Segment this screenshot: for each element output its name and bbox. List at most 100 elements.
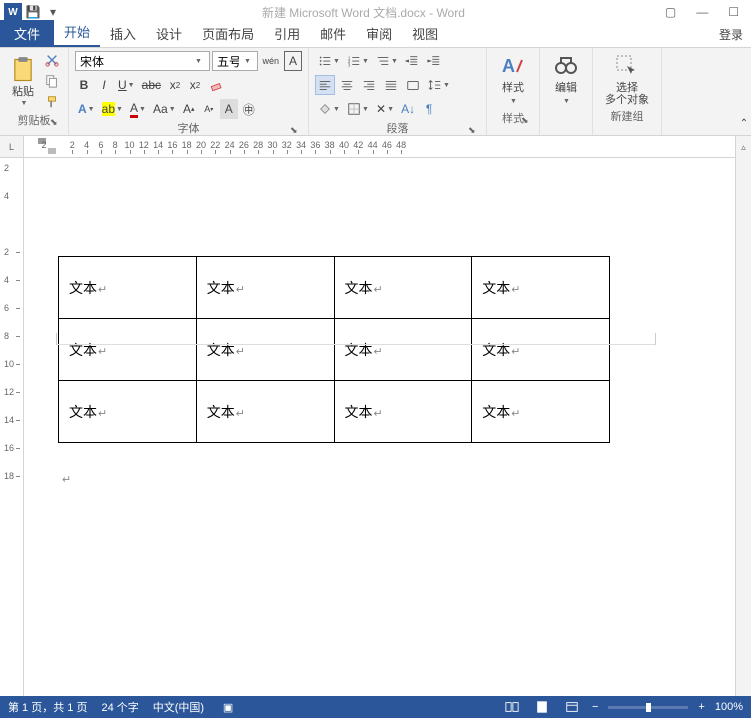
phonetic-guide-button[interactable]: wén	[260, 51, 282, 71]
strikethrough-button[interactable]: abc	[139, 75, 164, 95]
borders-button[interactable]: ▼	[344, 99, 371, 119]
format-painter-button[interactable]	[42, 92, 62, 112]
char-shading-button[interactable]: A	[220, 99, 238, 119]
ribbon-options-icon[interactable]: ▢	[665, 5, 676, 19]
asian-layout-button[interactable]: ✕▼	[373, 99, 396, 119]
tab-home[interactable]: 开始	[54, 18, 100, 47]
table-cell[interactable]: 文本↵	[196, 319, 334, 381]
align-center-button[interactable]	[337, 75, 357, 95]
shrink-font-button[interactable]: A▾	[200, 99, 218, 119]
zoom-out-button[interactable]: −	[592, 701, 598, 713]
font-name-input[interactable]	[76, 54, 194, 68]
justify-button[interactable]	[381, 75, 401, 95]
dialog-launcher-icon[interactable]: ⬊	[521, 115, 531, 125]
italic-button[interactable]: I	[95, 75, 113, 95]
align-left-button[interactable]	[315, 75, 335, 95]
align-right-button[interactable]	[359, 75, 379, 95]
font-color-button[interactable]: A▼	[127, 99, 148, 119]
macro-recorder-icon[interactable]: ▣	[218, 699, 238, 715]
enclose-char-button[interactable]: ㊥	[240, 99, 258, 119]
zoom-level[interactable]: 100%	[715, 701, 743, 713]
dialog-launcher-icon[interactable]: ⬊	[290, 125, 300, 135]
minimize-icon[interactable]: —	[696, 5, 708, 19]
tab-file[interactable]: 文件	[0, 20, 54, 47]
print-layout-icon[interactable]	[532, 699, 552, 715]
vertical-scrollbar[interactable]	[735, 158, 751, 696]
page-status[interactable]: 第 1 页，共 1 页	[8, 699, 87, 715]
zoom-in-button[interactable]: +	[698, 701, 704, 713]
paste-button[interactable]: 粘贴 ▼	[6, 50, 40, 112]
table-cell[interactable]: 文本↵	[59, 381, 197, 443]
dialog-launcher-icon[interactable]: ⬊	[468, 125, 478, 135]
decrease-indent-button[interactable]	[402, 51, 422, 71]
table-cell[interactable]: 文本↵	[472, 257, 610, 319]
tab-view[interactable]: 视图	[402, 20, 448, 47]
font-name-combo[interactable]: ▼	[75, 51, 210, 71]
zoom-slider[interactable]	[608, 706, 688, 709]
bullets-button[interactable]: ▼	[315, 51, 342, 71]
tab-design[interactable]: 设计	[146, 20, 192, 47]
tab-review[interactable]: 审阅	[356, 20, 402, 47]
collapse-ribbon-button[interactable]: ⌃	[735, 113, 751, 133]
table-cell[interactable]: 文本↵	[334, 381, 472, 443]
sign-in-link[interactable]: 登录	[711, 22, 751, 47]
cut-button[interactable]	[42, 50, 62, 70]
chevron-down-icon[interactable]: ▼	[244, 58, 250, 65]
sort-button[interactable]: A↓	[398, 99, 418, 119]
save-icon[interactable]: 💾	[24, 3, 42, 21]
tab-selector[interactable]: L	[0, 136, 24, 157]
copy-button[interactable]	[42, 71, 62, 91]
table-cell[interactable]: 文本↵	[196, 381, 334, 443]
table-cell[interactable]: 文本↵	[59, 257, 197, 319]
tab-mailings[interactable]: 邮件	[310, 20, 356, 47]
language-status[interactable]: 中文(中国)	[153, 699, 204, 715]
web-layout-icon[interactable]	[562, 699, 582, 715]
font-size-input[interactable]	[213, 54, 243, 68]
change-case-button[interactable]: Aa▼	[150, 99, 178, 119]
word-count[interactable]: 24 个字	[101, 699, 138, 715]
text-effects-button[interactable]: A▼	[75, 99, 97, 119]
distributed-button[interactable]	[403, 75, 423, 95]
subscript-button[interactable]: x2	[166, 75, 184, 95]
bold-button[interactable]: B	[75, 75, 93, 95]
eraser-icon	[209, 78, 223, 92]
table-cell[interactable]: 文本↵	[334, 257, 472, 319]
vertical-ruler[interactable]: 2424681012141618	[0, 158, 24, 696]
multilevel-list-button[interactable]: ▼	[373, 51, 400, 71]
ruler-toggle-button[interactable]: ▵	[735, 136, 751, 158]
increase-indent-button[interactable]	[424, 51, 444, 71]
chevron-down-icon[interactable]: ▼	[195, 58, 201, 65]
table-cell[interactable]: 文本↵	[334, 319, 472, 381]
read-mode-icon[interactable]	[502, 699, 522, 715]
document-table[interactable]: 文本↵文本↵文本↵文本↵文本↵文本↵文本↵文本↵文本↵文本↵文本↵文本↵	[58, 256, 610, 443]
numbering-button[interactable]: 123▼	[344, 51, 371, 71]
table-cell[interactable]: 文本↵	[472, 319, 610, 381]
table-cell[interactable]: 文本↵	[196, 257, 334, 319]
dialog-launcher-icon[interactable]: ⬊	[50, 117, 60, 127]
select-objects-button[interactable]: 选择 多个对象	[599, 50, 655, 108]
table-cell[interactable]: 文本↵	[59, 319, 197, 381]
indent-marker[interactable]	[48, 148, 56, 154]
font-size-combo[interactable]: ▼	[212, 51, 258, 71]
page-viewport[interactable]: 文本↵文本↵文本↵文本↵文本↵文本↵文本↵文本↵文本↵文本↵文本↵文本↵ ↵	[24, 158, 735, 696]
zoom-thumb[interactable]	[646, 703, 651, 712]
editing-button[interactable]: 编辑▼	[546, 50, 586, 110]
table-cell[interactable]: 文本↵	[472, 381, 610, 443]
tab-references[interactable]: 引用	[264, 20, 310, 47]
styles-button[interactable]: A 样式▼	[493, 50, 533, 110]
clear-formatting-button[interactable]	[206, 75, 226, 95]
brush-icon	[45, 95, 59, 109]
shading-button[interactable]: ▼	[315, 99, 342, 119]
underline-button[interactable]: U▼	[115, 75, 137, 95]
grow-font-button[interactable]: A▴	[180, 99, 198, 119]
superscript-button[interactable]: x2	[186, 75, 204, 95]
horizontal-ruler[interactable]: 2246810121416182022242628303234363840424…	[24, 136, 751, 157]
group-font: ▼ ▼ wén A B I U▼ abc x2 x2 A▼ ab▼ A▼ Aa▼…	[69, 48, 309, 135]
tab-insert[interactable]: 插入	[100, 20, 146, 47]
highlight-button[interactable]: ab▼	[99, 99, 125, 119]
line-spacing-button[interactable]: ▼	[425, 75, 452, 95]
tab-layout[interactable]: 页面布局	[192, 20, 264, 47]
show-marks-button[interactable]: ¶	[420, 99, 438, 119]
maximize-icon[interactable]: ☐	[728, 5, 739, 19]
char-border-button[interactable]: A	[284, 51, 302, 71]
